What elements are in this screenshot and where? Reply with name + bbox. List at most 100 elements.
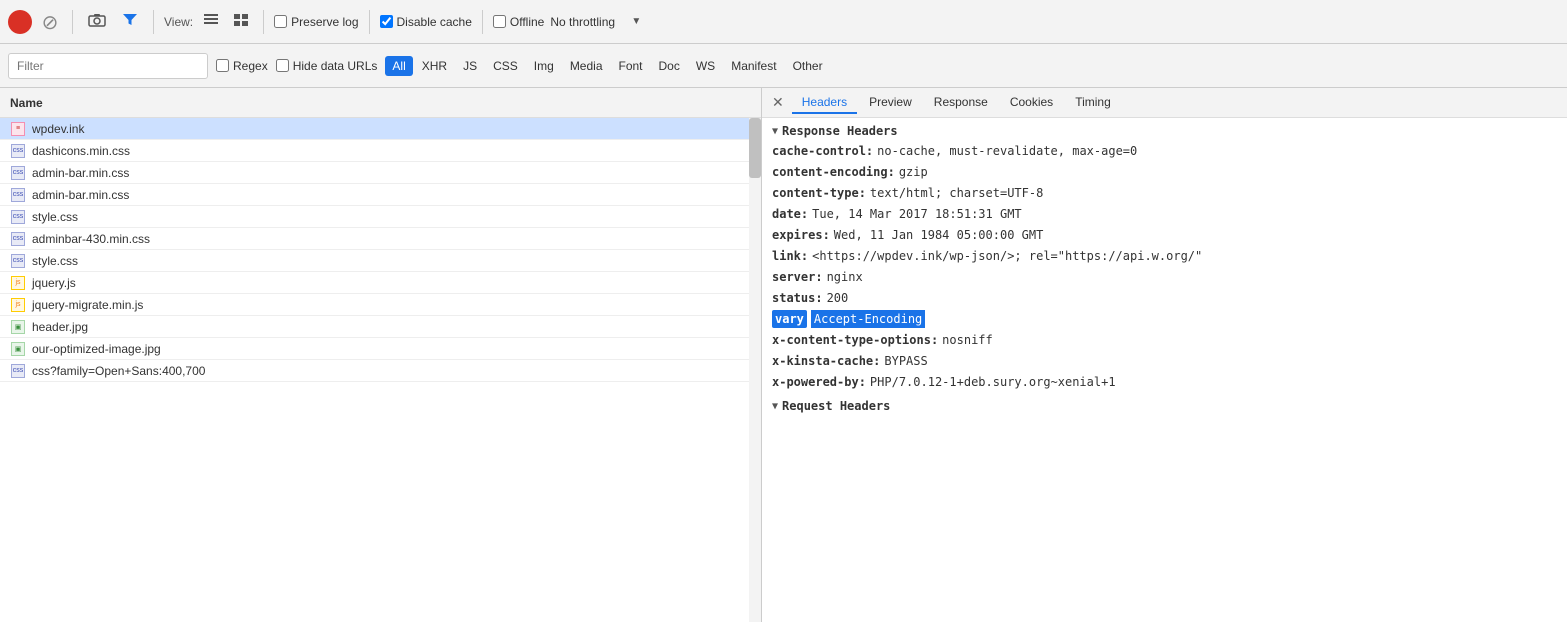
css-icon: css <box>11 144 25 158</box>
file-name: style.css <box>32 254 78 268</box>
view-grid-button[interactable] <box>229 11 253 32</box>
file-item[interactable]: css adminbar-430.min.css <box>0 228 761 250</box>
hide-data-urls-label[interactable]: Hide data URLs <box>276 59 378 73</box>
header-row: status:200 <box>772 289 1557 307</box>
header-row: content-encoding:gzip <box>772 163 1557 181</box>
file-name: jquery-migrate.min.js <box>32 298 143 312</box>
throttle-wrapper: No throttling Fast 3G Slow 3G Offline ▼ <box>550 15 641 29</box>
header-key: x-kinsta-cache: <box>772 352 880 370</box>
file-item[interactable]: cssadmin-bar.min.css <box>0 162 761 184</box>
header-key: content-encoding: <box>772 163 895 181</box>
offline-checkbox[interactable] <box>493 15 506 28</box>
stop-button[interactable]: ⊘ <box>38 10 62 34</box>
css-icon: css <box>11 210 25 224</box>
throttle-select[interactable]: No throttling Fast 3G Slow 3G Offline <box>550 15 629 29</box>
regex-label[interactable]: Regex <box>216 59 268 73</box>
filter-icon <box>122 13 138 27</box>
type-btn-font[interactable]: Font <box>612 56 650 76</box>
file-item[interactable]: csscss?family=Open+Sans:400,700 <box>0 360 761 382</box>
type-btn-ws[interactable]: WS <box>689 56 722 76</box>
regex-checkbox[interactable] <box>216 59 229 72</box>
header-key: expires: <box>772 226 830 244</box>
right-tab-preview[interactable]: Preview <box>859 92 922 114</box>
preserve-log-label[interactable]: Preserve log <box>274 15 358 29</box>
type-btn-all[interactable]: All <box>385 56 412 76</box>
disable-cache-checkbox[interactable] <box>380 15 393 28</box>
file-item[interactable]: cssstyle.css <box>0 206 761 228</box>
right-tab-headers[interactable]: Headers <box>792 92 857 114</box>
regex-text: Regex <box>233 59 268 73</box>
record-button[interactable] <box>8 10 32 34</box>
file-item[interactable]: jsjquery.js <box>0 272 761 294</box>
camera-button[interactable] <box>83 10 111 33</box>
header-value: nginx <box>827 268 863 286</box>
hide-data-urls-checkbox[interactable] <box>276 59 289 72</box>
left-panel: Name ≡wpdev.inkcssdashicons.min.csscssad… <box>0 88 762 622</box>
css-icon: css <box>11 232 25 246</box>
type-btn-css[interactable]: CSS <box>486 56 525 76</box>
header-row: content-type:text/html; charset=UTF-8 <box>772 184 1557 202</box>
filter-button[interactable] <box>117 10 143 33</box>
grid-icon <box>233 13 249 27</box>
header-row: date:Tue, 14 Mar 2017 18:51:31 GMT <box>772 205 1557 223</box>
type-btn-doc[interactable]: Doc <box>652 56 687 76</box>
js-icon: js <box>11 276 25 290</box>
disable-cache-label[interactable]: Disable cache <box>380 15 472 29</box>
file-name: dashicons.min.css <box>32 144 130 158</box>
css-icon: css <box>11 364 25 378</box>
file-name: adminbar-430.min.css <box>32 232 150 246</box>
right-tab-timing[interactable]: Timing <box>1065 92 1121 114</box>
main-area: Name ≡wpdev.inkcssdashicons.min.csscssad… <box>0 88 1567 622</box>
file-name: admin-bar.min.css <box>32 188 129 202</box>
file-item[interactable]: ▣header.jpg <box>0 316 761 338</box>
offline-label-container[interactable]: Offline <box>493 15 544 29</box>
type-btn-manifest[interactable]: Manifest <box>724 56 783 76</box>
header-key: cache-control: <box>772 142 873 160</box>
hide-data-urls-text: Hide data URLs <box>293 59 378 73</box>
header-value: Tue, 14 Mar 2017 18:51:31 GMT <box>812 205 1022 223</box>
type-btn-media[interactable]: Media <box>563 56 610 76</box>
file-type-icon: ▣ <box>10 319 26 335</box>
file-name: wpdev.ink <box>32 122 84 136</box>
devtools-toolbar: ⊘ View: Preserve log <box>0 0 1567 44</box>
right-tab-response[interactable]: Response <box>924 92 998 114</box>
header-value: Wed, 11 Jan 1984 05:00:00 GMT <box>834 226 1044 244</box>
type-btn-xhr[interactable]: XHR <box>415 56 454 76</box>
file-item[interactable]: css admin-bar.min.css <box>0 184 761 206</box>
type-btn-img[interactable]: Img <box>527 56 561 76</box>
preserve-log-text: Preserve log <box>291 15 358 29</box>
file-list[interactable]: ≡wpdev.inkcssdashicons.min.csscssadmin-b… <box>0 118 761 622</box>
right-tab-cookies[interactable]: Cookies <box>1000 92 1063 114</box>
header-value: gzip <box>899 163 928 181</box>
triangle-icon: ▼ <box>772 126 778 137</box>
file-type-icon: css <box>10 231 26 247</box>
close-button[interactable]: ✕ <box>766 94 790 111</box>
sep-3 <box>263 10 264 34</box>
file-name: our-optimized-image.jpg <box>32 342 161 356</box>
file-item[interactable]: css dashicons.min.css <box>0 140 761 162</box>
scrollbar-thumb[interactable] <box>749 118 761 178</box>
file-type-icon: css <box>10 187 26 203</box>
file-item[interactable]: cssstyle.css <box>0 250 761 272</box>
header-key: link: <box>772 247 808 265</box>
file-item[interactable]: ≡wpdev.ink <box>0 118 761 140</box>
type-btn-js[interactable]: JS <box>456 56 484 76</box>
right-panel: ✕ HeadersPreviewResponseCookiesTiming ▼ … <box>762 88 1567 622</box>
camera-icon <box>88 13 106 27</box>
filter-input[interactable] <box>8 53 208 79</box>
header-key: x-content-type-options: <box>772 331 938 349</box>
type-btn-other[interactable]: Other <box>786 56 830 76</box>
file-item[interactable]: jsjquery-migrate.min.js <box>0 294 761 316</box>
file-name: admin-bar.min.css <box>32 166 129 180</box>
throttle-arrow: ▼ <box>631 16 641 27</box>
header-value: 200 <box>827 289 849 307</box>
sep-5 <box>482 10 483 34</box>
header-key: status: <box>772 289 823 307</box>
preserve-log-checkbox[interactable] <box>274 15 287 28</box>
name-header: Name <box>0 88 761 118</box>
view-list-button[interactable] <box>199 11 223 32</box>
file-item[interactable]: ▣our-optimized-image.jpg <box>0 338 761 360</box>
css-icon: css <box>11 188 25 202</box>
file-type-icon: js <box>10 275 26 291</box>
header-value: no-cache, must-revalidate, max-age=0 <box>877 142 1137 160</box>
